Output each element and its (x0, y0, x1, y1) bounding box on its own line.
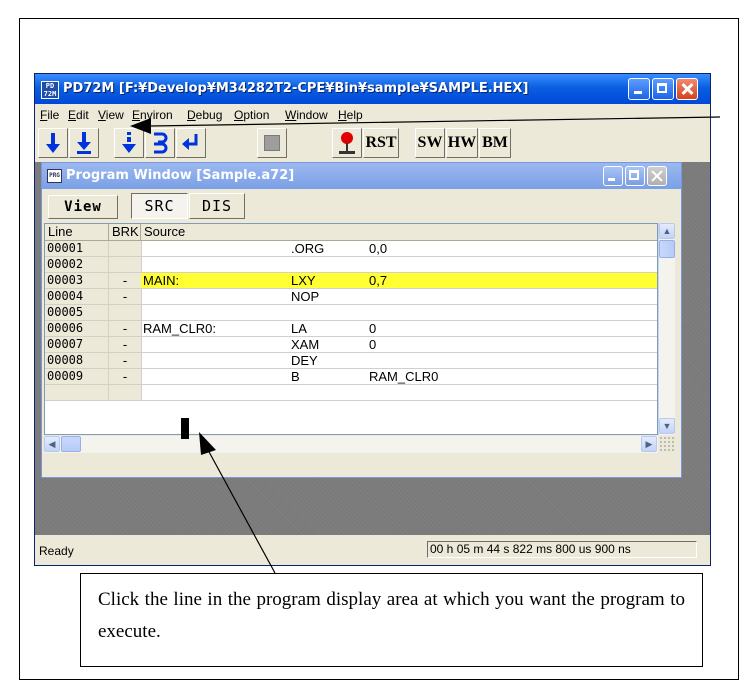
annotation-arrow-line (207, 449, 276, 574)
callout-box: Click the line in the program display ar… (80, 573, 703, 667)
annotation-arrowhead-line (199, 432, 216, 455)
annotation-arrowhead-toolbar (130, 118, 151, 134)
annotation-arrow-toolbar (149, 116, 721, 127)
